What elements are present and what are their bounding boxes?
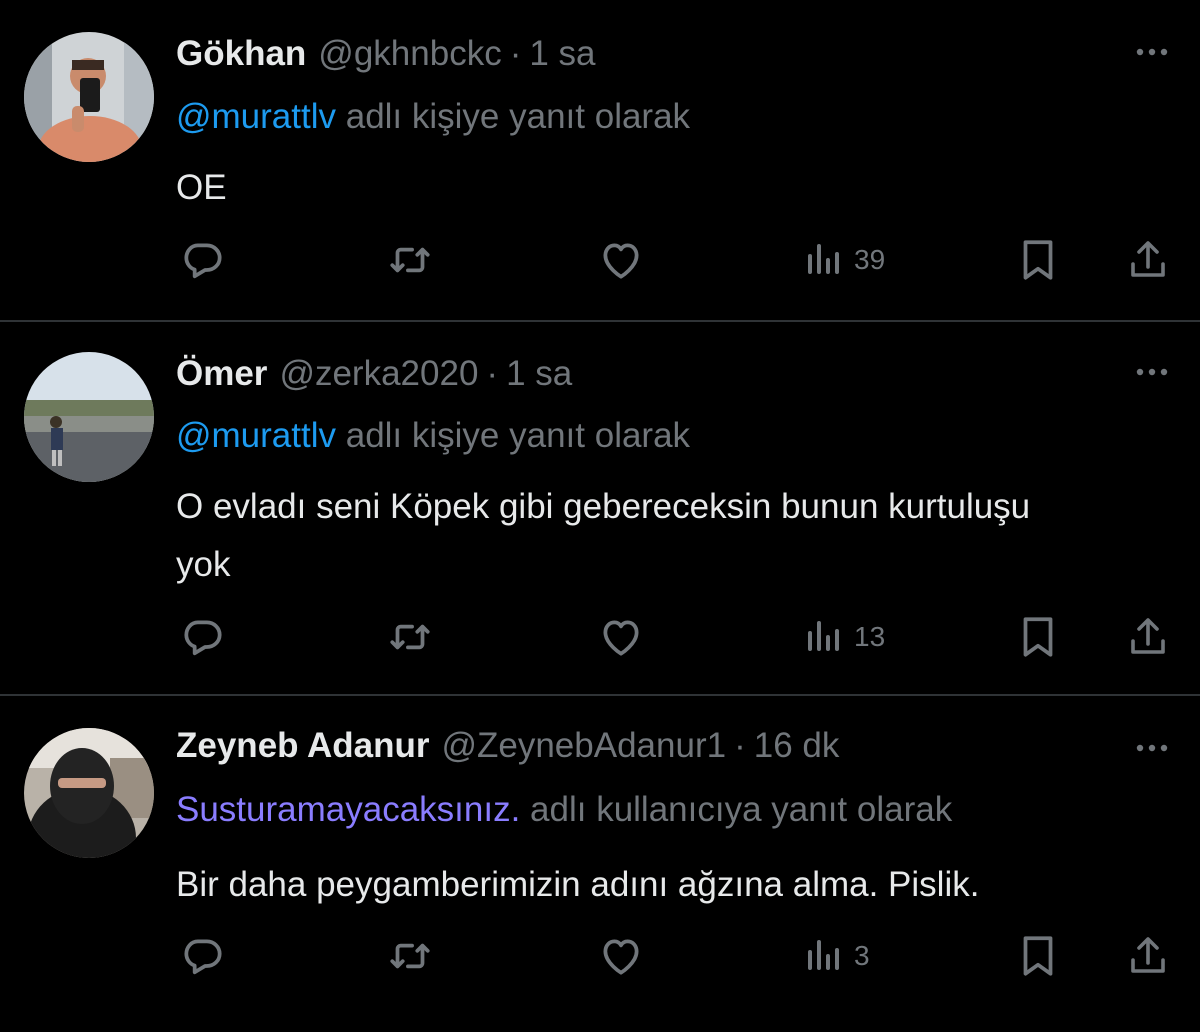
views-icon <box>808 940 839 970</box>
more-button[interactable] <box>1132 42 1172 62</box>
retweet-button[interactable] <box>385 235 435 285</box>
avatar[interactable] <box>24 32 154 162</box>
tweet[interactable]: Gökhan @gkhnbckc · 1 sa @murattlv adlı kişi… <box>0 0 1200 320</box>
user-handle[interactable]: @ZeynebAdanur1 <box>441 726 726 765</box>
reply-context: @murattlv adlı kişiye yanıt olarak <box>176 95 690 139</box>
tweet[interactable]: Ömer @zerka2020 · 1 sa @murattlv adlı kişiy… <box>0 322 1200 694</box>
share-icon <box>1131 241 1165 277</box>
more-icon <box>1136 744 1168 752</box>
bookmark-button[interactable] <box>1016 931 1060 981</box>
reply-button[interactable] <box>178 931 228 981</box>
reply-mention-link[interactable]: Susturamayacaksınız. <box>176 790 520 829</box>
reply-icon <box>184 243 222 279</box>
tweet-actions: 39 <box>0 235 1200 285</box>
display-name[interactable]: Gökhan <box>176 34 306 73</box>
reply-context-text: adlı kişiye yanıt olarak <box>336 97 691 136</box>
like-button[interactable] <box>596 931 646 981</box>
bookmark-button[interactable] <box>1016 612 1060 662</box>
tweet-actions: 13 <box>0 612 1200 662</box>
more-icon <box>1136 368 1168 376</box>
share-icon <box>1131 937 1165 973</box>
bookmark-icon <box>1023 240 1053 280</box>
retweet-icon <box>390 247 430 273</box>
tweet-header: Zeyneb Adanur @ZeynebAdanur1 · 16 dk <box>176 724 839 768</box>
avatar[interactable] <box>24 728 154 858</box>
reply-context: Susturamayacaksınız. adlı kullanıcıya ya… <box>176 788 952 832</box>
separator-dot: · <box>509 34 522 73</box>
more-button[interactable] <box>1132 362 1172 382</box>
retweet-icon <box>390 624 430 650</box>
avatar-image <box>24 352 154 482</box>
separator-dot: · <box>486 354 499 393</box>
user-handle[interactable]: @gkhnbckc <box>318 34 501 73</box>
views-button[interactable]: 13 <box>806 612 885 662</box>
bookmark-button[interactable] <box>1016 235 1060 285</box>
more-button[interactable] <box>1132 738 1172 758</box>
like-button[interactable] <box>596 612 646 662</box>
bookmark-icon <box>1023 936 1053 976</box>
reply-context: @murattlv adlı kişiye yanıt olarak <box>176 414 690 458</box>
retweet-button[interactable] <box>385 931 435 981</box>
views-count: 3 <box>854 940 870 971</box>
views-icon <box>808 621 839 651</box>
display-name[interactable]: Ömer <box>176 354 267 393</box>
reply-context-text: adlı kişiye yanıt olarak <box>336 416 691 455</box>
tweet-text: OE <box>176 168 227 207</box>
share-icon <box>1131 618 1165 654</box>
views-button[interactable]: 39 <box>806 235 885 285</box>
retweet-button[interactable] <box>385 612 435 662</box>
tweet-header: Ömer @zerka2020 · 1 sa <box>176 352 572 396</box>
views-count: 39 <box>854 244 886 275</box>
heart-icon <box>603 243 639 279</box>
avatar-image <box>24 728 154 858</box>
timestamp[interactable]: 16 dk <box>754 726 840 765</box>
like-button[interactable] <box>596 235 646 285</box>
reply-icon <box>184 620 222 656</box>
share-button[interactable] <box>1124 931 1172 981</box>
avatar[interactable] <box>24 352 154 482</box>
reply-icon <box>184 939 222 975</box>
views-button[interactable]: 3 <box>806 931 870 981</box>
heart-icon <box>603 620 639 656</box>
share-button[interactable] <box>1124 235 1172 285</box>
more-icon <box>1136 48 1168 56</box>
heart-icon <box>603 939 639 975</box>
reply-context-text: adlı kullanıcıya yanıt olarak <box>520 790 953 829</box>
reply-button[interactable] <box>178 235 228 285</box>
views-icon <box>808 244 839 274</box>
reply-button[interactable] <box>178 612 228 662</box>
tweet-text: O evladı seni Köpek gibi gebereceksin bu… <box>176 487 1031 584</box>
share-button[interactable] <box>1124 612 1172 662</box>
tweet-text: Bir daha peygamberimizin adını ağzına al… <box>176 865 980 904</box>
tweet-header: Gökhan @gkhnbckc · 1 sa <box>176 32 596 76</box>
bookmark-icon <box>1023 617 1053 657</box>
views-count: 13 <box>854 621 886 652</box>
user-handle[interactable]: @zerka2020 <box>279 354 478 393</box>
timestamp[interactable]: 1 sa <box>529 34 595 73</box>
timestamp[interactable]: 1 sa <box>506 354 572 393</box>
tweet[interactable]: Zeyneb Adanur @ZeynebAdanur1 · 16 dk Sustur… <box>0 696 1200 1032</box>
separator-dot: · <box>734 726 746 765</box>
display-name[interactable]: Zeyneb Adanur <box>176 726 429 765</box>
tweet-actions: 3 <box>0 931 1200 981</box>
reply-mention-link[interactable]: @murattlv <box>176 97 336 136</box>
reply-mention-link[interactable]: @murattlv <box>176 416 336 455</box>
retweet-icon <box>390 943 430 969</box>
avatar-image <box>24 32 154 162</box>
